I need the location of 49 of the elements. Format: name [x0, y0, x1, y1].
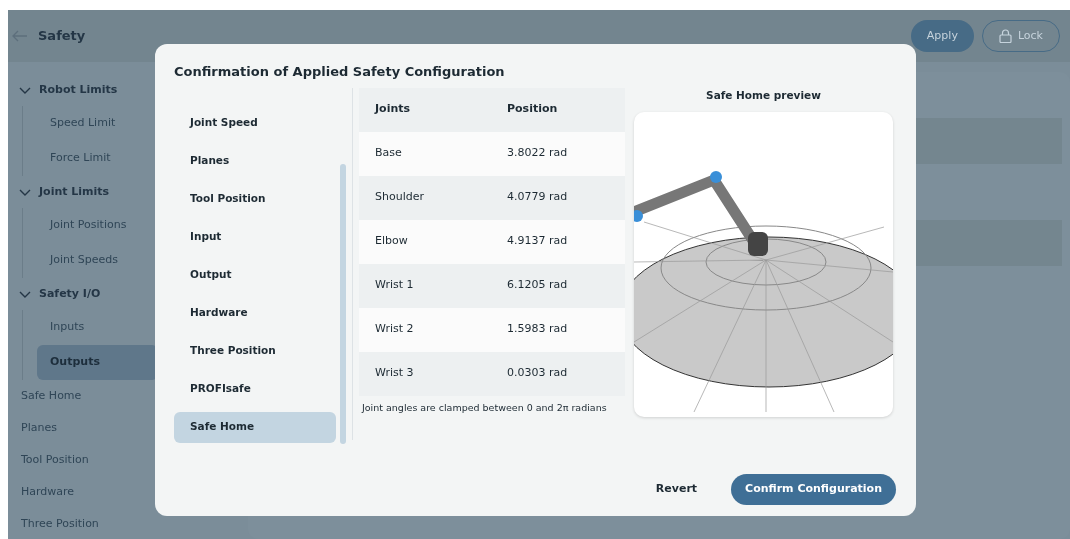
- tree-item[interactable]: Safe Home: [8, 380, 158, 412]
- table-cell: 1.5983 rad: [507, 321, 568, 338]
- chevron-icon: [19, 187, 31, 197]
- dialog-title: Confirmation of Applied Safety Configuration: [174, 64, 506, 80]
- page-title: Safety: [38, 27, 86, 46]
- tree-item[interactable]: Hardware: [8, 476, 158, 508]
- table-cell: 0.0303 rad: [507, 365, 568, 382]
- tree-group[interactable]: Safety I/O: [8, 278, 158, 310]
- table-cell-text: Wrist 1: [375, 277, 415, 294]
- tree-item[interactable]: Outputs: [37, 345, 158, 380]
- table-cell-text: Shoulder: [375, 189, 425, 206]
- table-cell: 4.9137 rad: [507, 233, 568, 250]
- confirm-button[interactable]: Confirm Configuration: [731, 473, 896, 505]
- table-cell-text: Wrist 3: [375, 365, 415, 382]
- chevron-icon: [19, 85, 31, 95]
- section-item[interactable]: Hardware: [174, 293, 336, 332]
- table-cell: 6.1205 rad: [507, 277, 568, 294]
- revert-button[interactable]: Revert: [649, 479, 704, 499]
- preview-title: Safe Home preview: [705, 87, 822, 103]
- apply-button[interactable]: Apply: [910, 20, 974, 52]
- section-item[interactable]: Planes: [174, 141, 336, 180]
- column-header: Joints: [375, 101, 412, 118]
- chevron-icon: [19, 289, 31, 299]
- section-item[interactable]: Output: [174, 255, 336, 294]
- tree-item[interactable]: Joint Speeds: [23, 243, 158, 278]
- section-item[interactable]: Joint Speed: [174, 103, 336, 142]
- scrollbar[interactable]: [340, 163, 346, 444]
- section-item[interactable]: Safe Home: [174, 411, 336, 443]
- column-header: Position: [507, 101, 558, 118]
- table-cell-text: Wrist 2: [375, 321, 415, 338]
- table-cell: 4.0779 rad: [507, 189, 568, 206]
- tree-item[interactable]: Force Limit: [23, 141, 158, 176]
- section-item[interactable]: Three Position: [174, 331, 336, 370]
- tree-item[interactable]: Inputs: [23, 310, 158, 345]
- section-item[interactable]: Input: [174, 217, 336, 256]
- tree-item[interactable]: Three Position: [8, 508, 158, 539]
- tree-item[interactable]: Planes: [8, 412, 158, 444]
- table-cell: 3.8022 rad: [507, 145, 568, 162]
- note-text: Joint angles are clamped between 0 and 2π radians: [360, 400, 608, 415]
- tree-item[interactable]: Tool Position: [8, 444, 158, 476]
- section-item[interactable]: Tool Position: [174, 179, 336, 218]
- lock-icon: [998, 29, 1012, 43]
- tree-group[interactable]: Robot Limits: [8, 74, 158, 106]
- tree-item[interactable]: Joint Positions: [23, 208, 158, 243]
- tree-item[interactable]: Speed Limit: [23, 106, 158, 141]
- table-cell-text: Base: [375, 145, 403, 162]
- table-cell-text: Elbow: [375, 233, 409, 250]
- section-item[interactable]: PROFIsafe: [174, 369, 336, 408]
- tree-group[interactable]: Joint Limits: [8, 176, 158, 208]
